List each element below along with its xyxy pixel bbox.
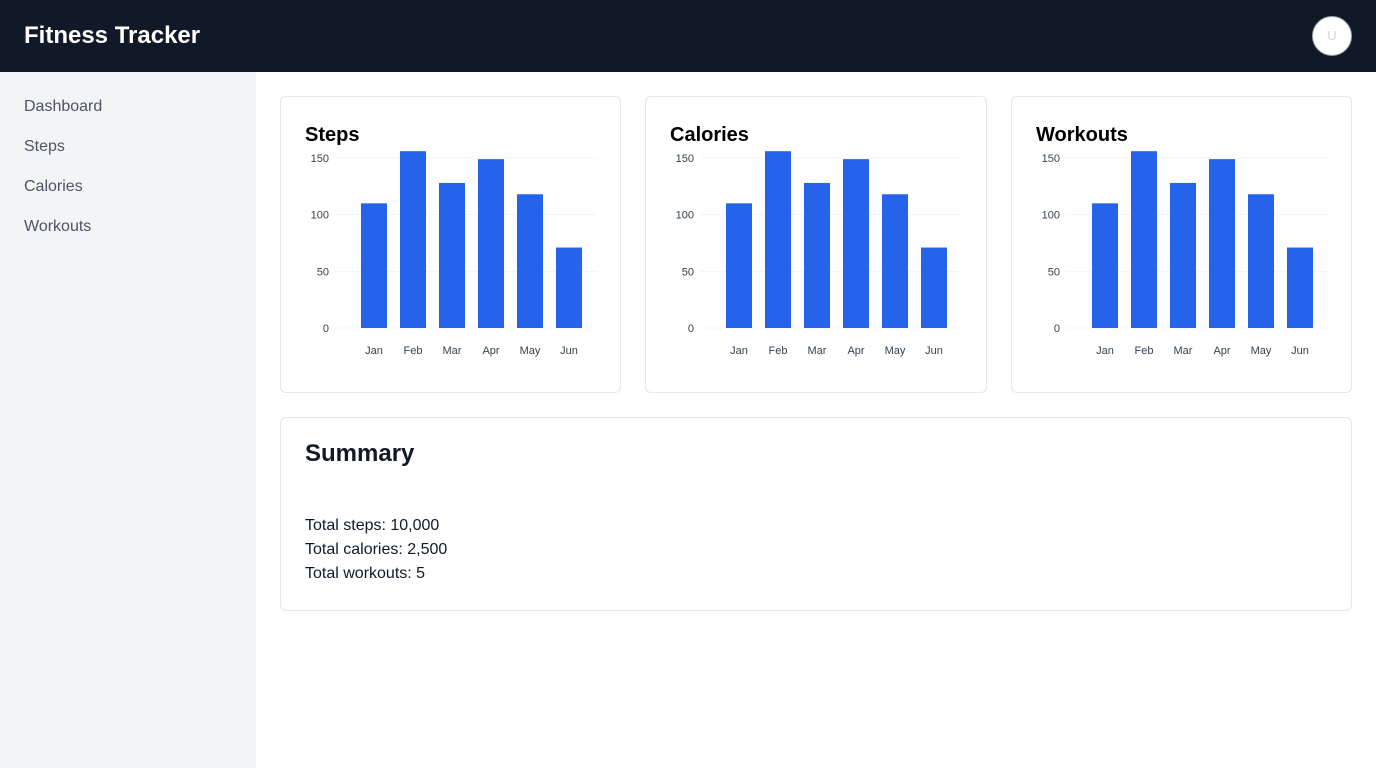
- workouts-chart-bar-feb[interactable]: [1131, 151, 1157, 328]
- calories-chart-xtick-label: Apr: [847, 345, 864, 357]
- summary-card: Summary Total steps: 10,000 Total calori…: [280, 417, 1352, 611]
- steps-chart-xtick-label: Jan: [365, 345, 383, 357]
- calories-chart-xtick-label: Jan: [730, 345, 748, 357]
- workouts-chart: 0 50 100 150 Jan Feb Mar Apr May Jun: [1042, 151, 1328, 357]
- workouts-chart-bar-may[interactable]: [1248, 194, 1274, 328]
- sidebar: Dashboard Steps Calories Workouts: [0, 72, 256, 768]
- steps-chart-ytick-label: 0: [323, 323, 329, 335]
- calories-chart-bar-feb[interactable]: [765, 151, 791, 328]
- steps-chart-xtick-label: Apr: [482, 345, 499, 357]
- steps-chart-bar-jun[interactable]: [556, 247, 582, 328]
- workouts-chart-bar-jun[interactable]: [1287, 247, 1313, 328]
- steps-chart-xtick-label: Jun: [560, 345, 578, 357]
- calories-chart-bar-may[interactable]: [882, 194, 908, 328]
- steps-chart-bar-feb[interactable]: [400, 151, 426, 328]
- workouts-chart-ytick-label: 50: [1048, 266, 1060, 278]
- steps-chart-ytick-label: 100: [311, 210, 329, 222]
- sidebar-item-calories[interactable]: Calories: [24, 178, 83, 196]
- steps-chart-xtick-label: May: [520, 345, 541, 357]
- workouts-chart-bar-apr[interactable]: [1209, 159, 1235, 328]
- sidebar-item-dashboard[interactable]: Dashboard: [24, 98, 102, 116]
- steps-chart-ytick-label: 150: [311, 153, 329, 165]
- summary-total-workouts: Total workouts: 5: [305, 565, 426, 582]
- steps-chart-bar-may[interactable]: [517, 194, 543, 328]
- summary-total-calories: Total calories: 2,500: [305, 541, 448, 558]
- workouts-chart-xtick-label: May: [1251, 345, 1272, 357]
- calories-chart-ytick-label: 150: [676, 153, 694, 165]
- workouts-chart-card: Workouts 0 50 100 150 Jan Feb Mar Apr May Jun: [1011, 96, 1352, 393]
- calories-chart: 0 50 100 150 Jan Feb Mar Apr May Jun: [676, 151, 962, 357]
- workouts-chart-xtick-label: Feb: [1135, 345, 1154, 357]
- workouts-chart-ytick-label: 150: [1042, 153, 1060, 165]
- workouts-chart-bar-mar[interactable]: [1170, 182, 1196, 328]
- workouts-chart-ytick-label: 0: [1054, 323, 1060, 335]
- workouts-chart-xtick-label: Mar: [1174, 345, 1193, 357]
- summary-total-steps: Total steps: 10,000: [305, 517, 440, 534]
- calories-chart-ytick-label: 50: [682, 266, 694, 278]
- summary-title: Summary: [305, 440, 415, 467]
- steps-chart-bar-apr[interactable]: [478, 159, 504, 328]
- steps-chart-bar-jan[interactable]: [361, 203, 387, 328]
- calories-chart-bar-jun[interactable]: [921, 247, 947, 328]
- calories-chart-ytick-label: 0: [688, 323, 694, 335]
- calories-chart-xtick-label: May: [885, 345, 906, 357]
- app-title: Fitness Tracker: [24, 22, 201, 49]
- workouts-chart-bar-jan[interactable]: [1092, 203, 1118, 328]
- steps-chart-xtick-label: Feb: [404, 345, 423, 357]
- sidebar-item-workouts[interactable]: Workouts: [24, 218, 91, 236]
- steps-chart-ytick-label: 50: [317, 266, 329, 278]
- steps-chart-xtick-label: Mar: [443, 345, 462, 357]
- workouts-chart-ytick-label: 100: [1042, 210, 1060, 222]
- steps-chart-bar-mar[interactable]: [439, 182, 465, 328]
- calories-chart-xtick-label: Mar: [808, 345, 827, 357]
- calories-chart-bar-mar[interactable]: [804, 182, 830, 328]
- calories-chart-bar-apr[interactable]: [843, 159, 869, 328]
- workouts-chart-xtick-label: Apr: [1213, 345, 1230, 357]
- calories-chart-card: Calories 0 50 100 150 Jan Feb Mar Apr May Jun: [645, 96, 987, 393]
- user-avatar[interactable]: U: [1312, 16, 1352, 56]
- workouts-chart-xtick-label: Jun: [1291, 345, 1309, 357]
- steps-chart: 0 50 100 150 Jan Feb Mar Apr May Jun: [311, 151, 597, 357]
- sidebar-item-steps[interactable]: Steps: [24, 138, 65, 156]
- top-bar: Fitness Tracker U: [0, 0, 1376, 72]
- steps-chart-card: Steps 0 50 100 150 Jan Feb Mar Apr May Jun: [280, 96, 621, 393]
- calories-chart-xtick-label: Feb: [769, 345, 788, 357]
- workouts-chart-xtick-label: Jan: [1096, 345, 1114, 357]
- calories-chart-bar-jan[interactable]: [726, 203, 752, 328]
- calories-chart-xtick-label: Jun: [925, 345, 943, 357]
- calories-chart-ytick-label: 100: [676, 210, 694, 222]
